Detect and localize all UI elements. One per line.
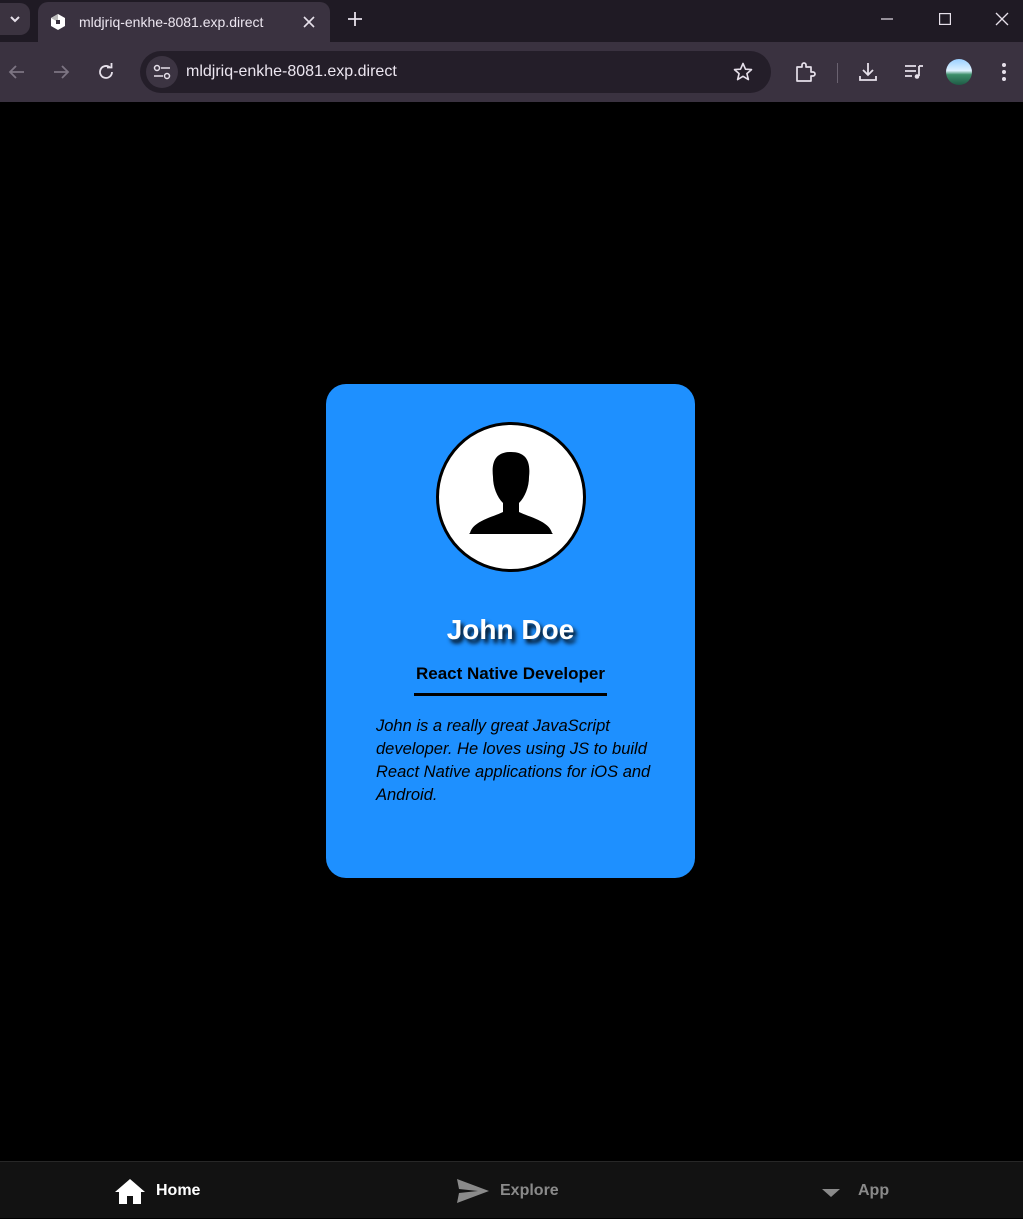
more-vert-icon xyxy=(1002,63,1006,81)
puzzle-icon xyxy=(796,62,816,82)
app-page: John Doe React Native Developer John is … xyxy=(0,102,1023,1161)
tab-app-label: App xyxy=(858,1181,890,1199)
bottom-tab-bar: Home Explore App xyxy=(0,1161,1023,1218)
browser-titlebar: mldjriq-enkhe-8081.exp.direct xyxy=(0,0,1023,42)
download-icon xyxy=(859,63,877,81)
profile-avatar[interactable] xyxy=(946,59,972,85)
browser-tab[interactable]: mldjriq-enkhe-8081.exp.direct xyxy=(38,2,330,42)
minimize-button[interactable] xyxy=(858,0,916,38)
queue-music-icon xyxy=(905,65,923,79)
media-control-button[interactable] xyxy=(898,56,930,88)
downloads-button[interactable] xyxy=(852,56,884,88)
tab-search-button[interactable] xyxy=(0,3,30,35)
tab-explore-label: Explore xyxy=(500,1181,559,1199)
profile-role: React Native Developer xyxy=(414,664,607,696)
close-window-button[interactable] xyxy=(973,0,1023,38)
forward-button[interactable] xyxy=(45,56,77,88)
home-icon xyxy=(115,1178,145,1204)
arrow-left-icon xyxy=(8,65,24,79)
expo-favicon-icon xyxy=(48,12,68,32)
person-silhouette-icon xyxy=(469,452,553,534)
menu-button[interactable] xyxy=(988,56,1020,88)
close-tab-icon[interactable] xyxy=(298,11,320,33)
arrow-right-icon xyxy=(54,65,70,79)
tab-title: mldjriq-enkhe-8081.exp.direct xyxy=(79,14,264,30)
new-tab-button[interactable] xyxy=(342,6,368,32)
maximize-button[interactable] xyxy=(916,0,974,38)
profile-card: John Doe React Native Developer John is … xyxy=(326,384,695,878)
profile-image xyxy=(436,422,586,572)
tab-explore[interactable]: Explore xyxy=(456,1162,559,1219)
chevron-down-icon xyxy=(822,1188,840,1197)
chevron-down-icon xyxy=(10,16,20,23)
reload-icon xyxy=(99,63,113,79)
address-bar[interactable]: mldjriq-enkhe-8081.exp.direct xyxy=(140,51,771,93)
reload-button[interactable] xyxy=(90,56,122,88)
extensions-button[interactable] xyxy=(789,56,821,88)
tab-home-label: Home xyxy=(156,1181,201,1199)
send-icon xyxy=(457,1178,489,1203)
url-text[interactable]: mldjriq-enkhe-8081.exp.direct xyxy=(186,63,397,81)
tab-app[interactable]: App xyxy=(820,1162,889,1219)
close-icon xyxy=(995,12,1009,26)
profile-bio: John is a really great JavaScript develo… xyxy=(376,717,651,804)
bookmark-star-icon[interactable] xyxy=(731,60,755,84)
maximize-icon xyxy=(939,13,951,25)
site-info-button[interactable] xyxy=(146,56,178,88)
toolbar-divider xyxy=(837,63,838,83)
profile-name: John Doe xyxy=(446,614,575,645)
browser-toolbar: mldjriq-enkhe-8081.exp.direct xyxy=(0,42,1023,102)
plus-icon xyxy=(348,12,362,26)
tune-icon xyxy=(153,64,171,80)
back-button[interactable] xyxy=(1,56,33,88)
minimize-icon xyxy=(881,18,893,20)
tab-home[interactable]: Home xyxy=(114,1162,200,1219)
